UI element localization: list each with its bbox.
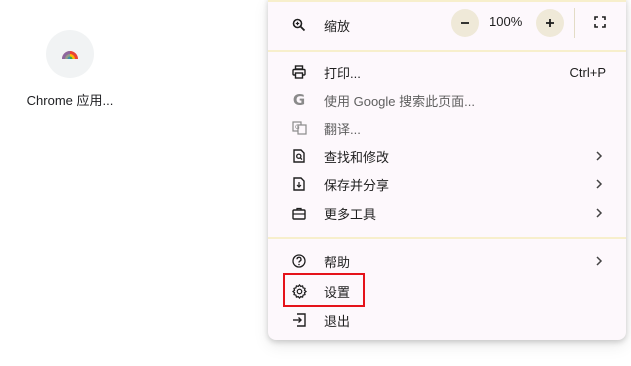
toolbox-icon xyxy=(290,204,308,222)
zoom-level-value: 100% xyxy=(489,14,523,29)
menu-divider xyxy=(268,50,626,52)
chevron-right-icon xyxy=(596,179,603,189)
chevron-right-icon xyxy=(596,151,603,161)
print-shortcut: Ctrl+P xyxy=(569,64,606,80)
settings-highlight-box xyxy=(283,273,365,307)
help-icon xyxy=(290,252,308,270)
chrome-apps-icon xyxy=(46,30,94,78)
menu-item-label: 退出 xyxy=(324,313,351,329)
menu-item-label: 使用 Google 搜索此页面... xyxy=(324,93,475,109)
menu-item-print[interactable]: 打印... Ctrl+P xyxy=(268,58,626,86)
exit-icon xyxy=(290,311,308,329)
menu-divider xyxy=(268,237,626,239)
menu-item-label: 查找和修改 xyxy=(324,149,390,165)
menu-item-more-tools[interactable]: 更多工具 xyxy=(268,199,626,227)
zoom-out-button[interactable] xyxy=(451,9,479,37)
menu-item-label: 翻译... xyxy=(324,121,361,137)
chrome-apps-label: Chrome 应用... xyxy=(26,93,114,108)
zoom-label: 缩放 xyxy=(324,18,351,34)
menu-item-label: 打印... xyxy=(324,65,361,81)
translate-icon: G xyxy=(290,119,308,137)
zoom-in-button[interactable] xyxy=(536,9,564,37)
svg-text:G: G xyxy=(295,124,300,131)
menu-item-help[interactable]: 帮助 xyxy=(268,247,626,275)
save-share-icon xyxy=(290,175,308,193)
zoom-divider xyxy=(574,8,575,38)
menu-item-find-edit[interactable]: 查找和修改 xyxy=(268,142,626,170)
menu-item-save-share[interactable]: 保存并分享 xyxy=(268,170,626,198)
zoom-icon xyxy=(290,16,308,34)
chrome-apps-shortcut[interactable]: Chrome 应用... xyxy=(22,30,118,109)
menu-item-label: 更多工具 xyxy=(324,206,377,222)
menu-item-label: 保存并分享 xyxy=(324,177,390,193)
google-g-icon: G xyxy=(292,91,306,109)
menu-divider xyxy=(268,0,626,2)
fullscreen-icon[interactable] xyxy=(590,12,610,32)
chevron-right-icon xyxy=(596,208,603,218)
menu-item-translate: G 翻译... xyxy=(268,114,626,142)
printer-icon xyxy=(290,63,308,81)
chevron-right-icon xyxy=(596,256,603,266)
menu-item-google-search-page: G 使用 Google 搜索此页面... xyxy=(268,86,626,114)
menu-item-exit[interactable]: 退出 xyxy=(268,306,626,334)
zoom-row: 缩放 xyxy=(268,11,626,39)
find-page-icon xyxy=(290,147,308,165)
menu-item-label: 帮助 xyxy=(324,254,351,270)
